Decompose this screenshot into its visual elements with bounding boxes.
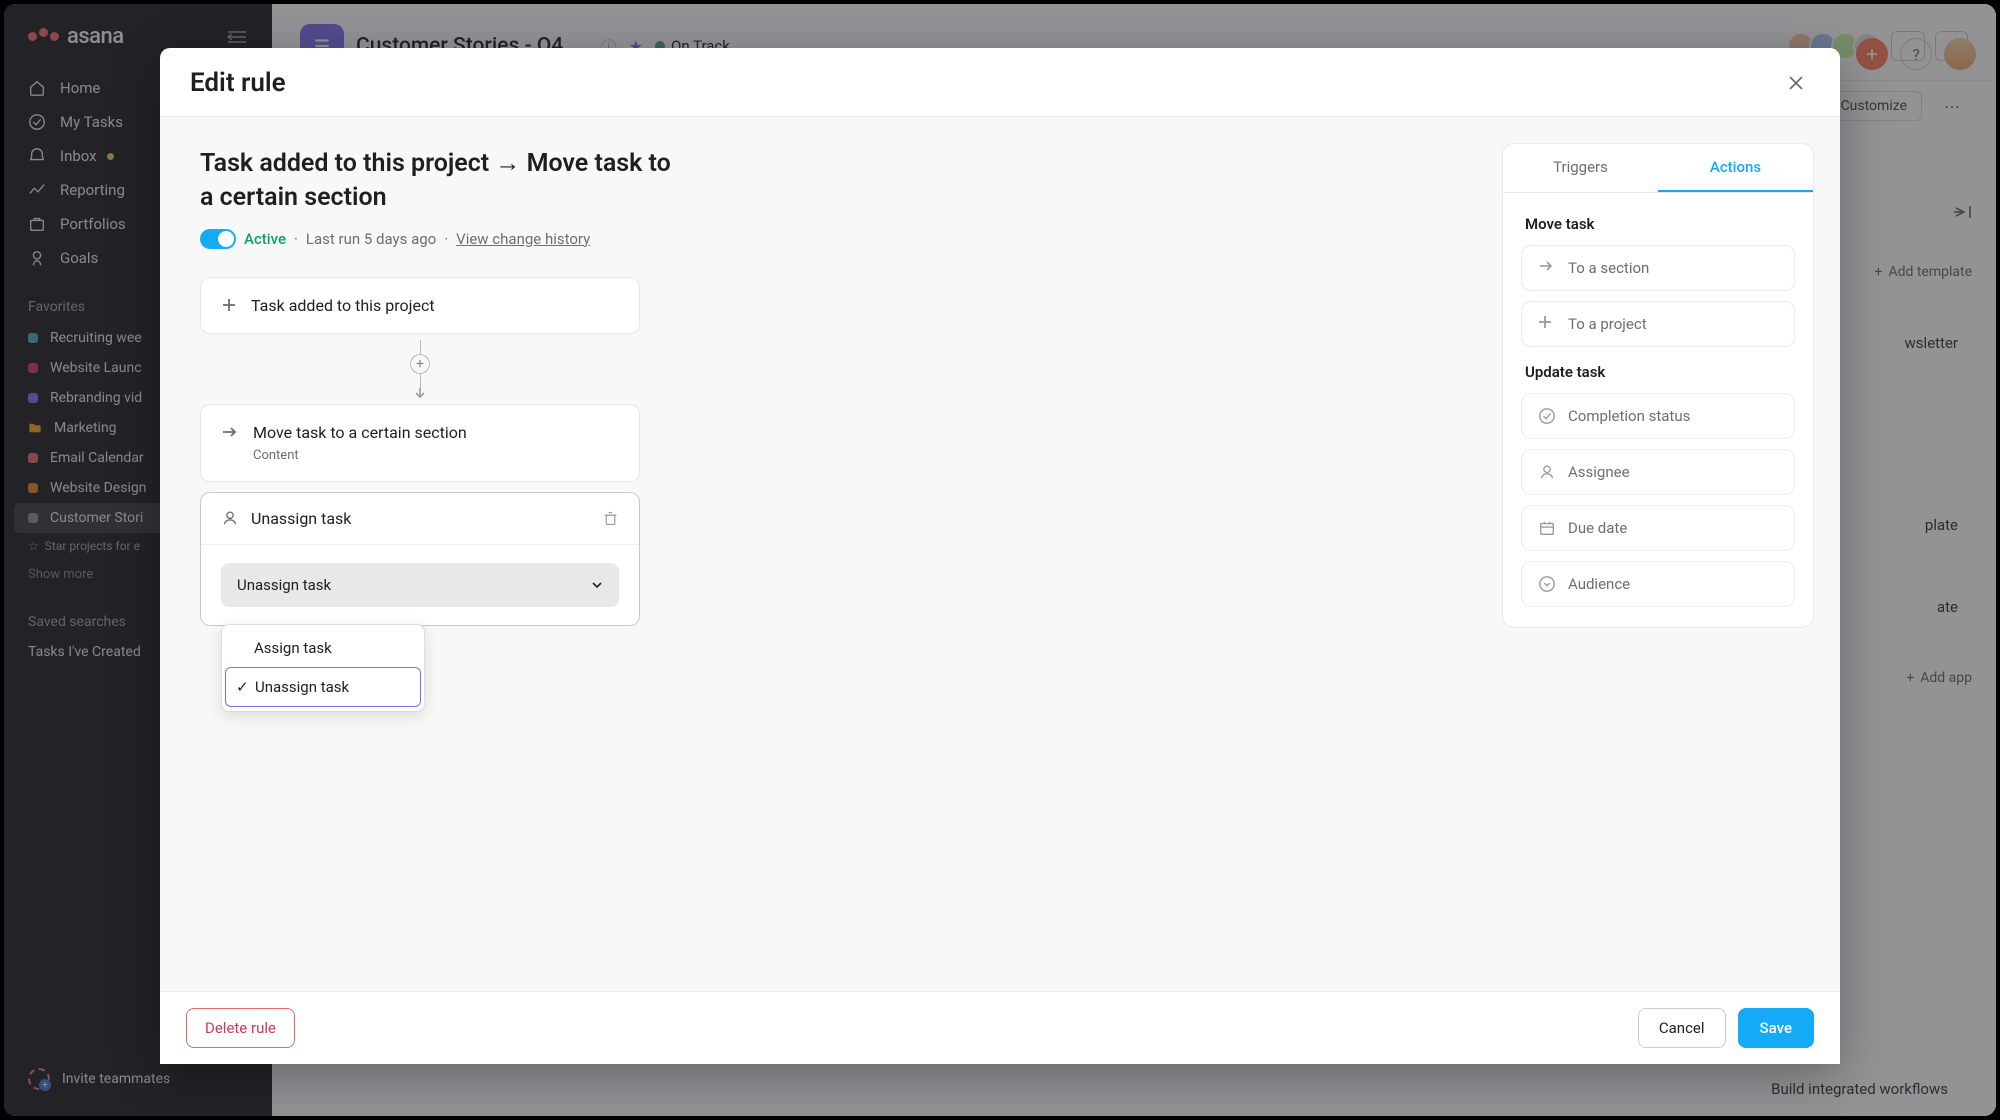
action-to-project[interactable]: To a project xyxy=(1521,301,1795,347)
save-button[interactable]: Save xyxy=(1738,1008,1814,1048)
close-icon[interactable] xyxy=(1782,69,1810,97)
check-circle-icon xyxy=(1538,407,1556,425)
action-card-unassign: Unassign task Unassign task Assign task … xyxy=(200,492,640,626)
tab-actions[interactable]: Actions xyxy=(1658,144,1813,192)
modal-footer: Delete rule Cancel Save xyxy=(160,991,1840,1064)
unassign-title: Unassign task xyxy=(251,509,351,528)
action-assignee[interactable]: Assignee xyxy=(1521,449,1795,495)
section-update-task: Update task xyxy=(1525,363,1791,381)
cancel-button[interactable]: Cancel xyxy=(1638,1008,1726,1048)
rule-title: Task added to this project → Move task t… xyxy=(200,147,680,215)
arrow-down-icon xyxy=(413,388,427,398)
arrow-right-icon xyxy=(1538,259,1556,277)
section-move-task: Move task xyxy=(1525,215,1791,233)
person-icon xyxy=(1538,463,1556,481)
edit-rule-modal: Edit rule Task added to this project → M… xyxy=(160,48,1840,1064)
chevron-down-icon xyxy=(591,581,603,589)
active-toggle[interactable] xyxy=(200,229,236,249)
panel-tabs: Triggers Actions xyxy=(1503,144,1813,193)
calendar-icon xyxy=(1538,519,1556,537)
dropdown-option-unassign[interactable]: Unassign task xyxy=(225,667,421,707)
action-due-date[interactable]: Due date xyxy=(1521,505,1795,551)
action-card-move[interactable]: Move task to a certain section Content xyxy=(200,404,640,482)
person-icon xyxy=(221,509,239,527)
trigger-card[interactable]: Task added to this project xyxy=(200,277,640,334)
dropdown-option-assign[interactable]: Assign task xyxy=(222,629,424,667)
select-value: Unassign task xyxy=(237,576,331,594)
chevron-circle-icon xyxy=(1538,575,1556,593)
action-to-section[interactable]: To a section xyxy=(1521,245,1795,291)
modal-title: Edit rule xyxy=(190,68,286,98)
modal-header: Edit rule xyxy=(160,48,1840,117)
last-run-text: Last run 5 days ago xyxy=(306,230,436,248)
action-label: Move task to a certain section xyxy=(253,423,467,442)
actions-panel-wrap: Triggers Actions Move task To a section … xyxy=(1502,117,1840,991)
trash-icon[interactable] xyxy=(602,510,619,527)
change-history-link[interactable]: View change history xyxy=(456,230,590,248)
active-label: Active xyxy=(244,230,286,248)
assignee-action-select[interactable]: Unassign task xyxy=(221,563,619,607)
trigger-label: Task added to this project xyxy=(251,296,435,315)
action-subtitle: Content xyxy=(253,448,299,463)
flow-connector: + xyxy=(200,334,640,404)
rule-builder: Task added to this project → Move task t… xyxy=(160,117,1502,991)
add-step-button[interactable]: + xyxy=(410,354,430,374)
plus-icon xyxy=(1538,315,1556,333)
action-audience[interactable]: Audience xyxy=(1521,561,1795,607)
rule-meta: Active · Last run 5 days ago · View chan… xyxy=(200,229,1462,249)
delete-rule-button[interactable]: Delete rule xyxy=(186,1008,295,1048)
tab-triggers[interactable]: Triggers xyxy=(1503,144,1658,192)
arrow-right-icon xyxy=(221,425,239,439)
action-completion[interactable]: Completion status xyxy=(1521,393,1795,439)
plus-icon xyxy=(221,297,237,313)
actions-panel: Triggers Actions Move task To a section … xyxy=(1502,143,1814,628)
assignee-action-dropdown: Assign task Unassign task xyxy=(221,624,425,712)
